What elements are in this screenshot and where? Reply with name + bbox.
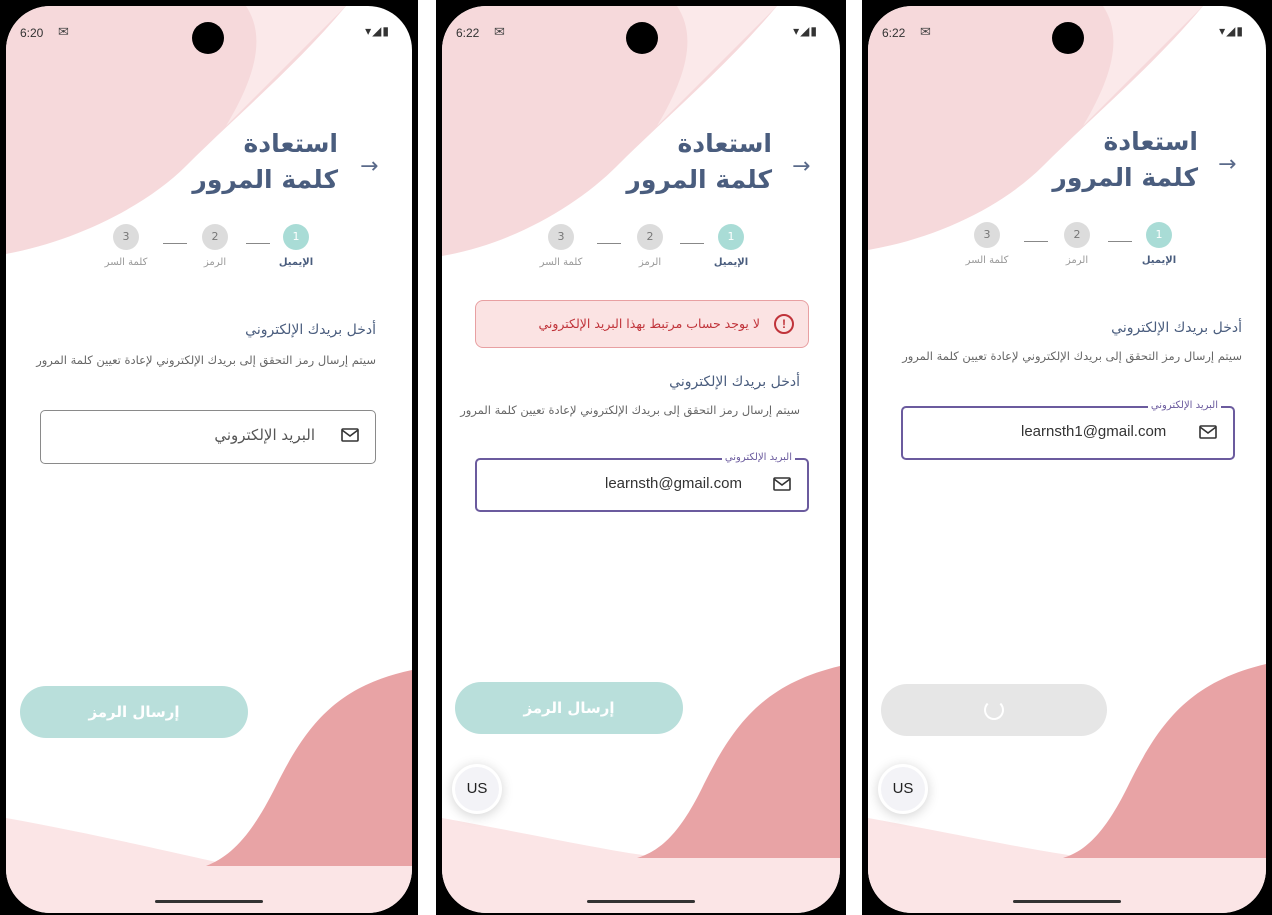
email-field[interactable]: البريد الإلكتروني xyxy=(40,410,376,464)
page-title: استعادة كلمة المرور xyxy=(1052,124,1198,197)
camera-cutout xyxy=(192,22,224,54)
step-connector xyxy=(1108,241,1132,242)
signal-battery-icons: ▾◢▮ xyxy=(1219,24,1244,38)
screen-3: 6:22 ✉ ▾◢▮ → استعادة كلمة المرور 1 2 3 ا… xyxy=(868,6,1266,913)
step-1-circle: 1 xyxy=(283,224,309,250)
loading-spinner-icon xyxy=(984,700,1004,720)
gmail-icon: ✉ xyxy=(920,24,931,39)
phone-screen-2: 6:22 ✉ ▾◢▮ → استعادة كلمة المرور 1 2 3 ا… xyxy=(436,0,846,915)
envelope-icon xyxy=(1199,425,1217,439)
section-heading: أدخل بريدك الإلكتروني xyxy=(245,322,376,338)
section-description: سيتم إرسال رمز التحقق إلى بريدك الإلكترو… xyxy=(36,353,376,367)
language-button[interactable]: US xyxy=(878,764,928,814)
step-connector xyxy=(597,243,621,244)
language-button[interactable]: US xyxy=(452,764,502,814)
gmail-icon: ✉ xyxy=(58,24,69,39)
error-message: لا يوجد حساب مرتبط بهذا البريد الإلكترون… xyxy=(538,316,760,331)
step-1-label: الإيميل xyxy=(713,257,749,268)
step-3-circle: 3 xyxy=(548,224,574,250)
step-3-circle: 3 xyxy=(974,222,1000,248)
section-heading: أدخل بريدك الإلكتروني xyxy=(669,374,800,390)
status-time: 6:22 xyxy=(882,26,906,40)
step-2-label: الرمز xyxy=(1065,255,1089,266)
step-3-label: كلمة السر xyxy=(965,255,1009,266)
title-line-2: كلمة المرور xyxy=(1052,163,1198,193)
home-indicator xyxy=(587,900,695,903)
step-2-circle: 2 xyxy=(202,224,228,250)
arrow-right-icon[interactable]: → xyxy=(792,154,810,179)
email-value: learnsth1@gmail.com xyxy=(1021,423,1167,440)
title-line-1: استعادة xyxy=(243,129,338,158)
step-connector xyxy=(1024,241,1048,242)
email-field-label: البريد الإلكتروني xyxy=(721,452,795,463)
home-indicator xyxy=(1013,900,1121,903)
step-connector xyxy=(246,243,270,244)
title-line-1: استعادة xyxy=(1103,127,1198,156)
status-time: 6:20 xyxy=(20,26,44,40)
step-connector xyxy=(680,243,704,244)
step-1-label: الإيميل xyxy=(278,257,314,268)
send-code-button[interactable]: إرسال الرمز xyxy=(455,682,683,734)
arrow-right-icon[interactable]: → xyxy=(360,154,378,179)
section-description: سيتم إرسال رمز التحقق إلى بريدك الإلكترو… xyxy=(460,403,800,417)
arrow-right-icon[interactable]: → xyxy=(1218,152,1236,177)
title-line-2: كلمة المرور xyxy=(626,165,772,195)
section-description: سيتم إرسال رمز التحقق إلى بريدك الإلكترو… xyxy=(902,349,1242,363)
error-alert: ! لا يوجد حساب مرتبط بهذا البريد الإلكتر… xyxy=(475,300,809,348)
phone-screen-3: 6:22 ✉ ▾◢▮ → استعادة كلمة المرور 1 2 3 ا… xyxy=(862,0,1272,915)
screen-1: 6:20 ✉ ▾◢▮ → استعادة كلمة المرور 1 2 3 ا… xyxy=(6,6,412,913)
step-2-circle: 2 xyxy=(1064,222,1090,248)
email-placeholder: البريد الإلكتروني xyxy=(214,426,315,444)
step-3-label: كلمة السر xyxy=(104,257,148,268)
page-title: استعادة كلمة المرور xyxy=(192,126,338,199)
status-time: 6:22 xyxy=(456,26,480,40)
title-line-2: كلمة المرور xyxy=(192,165,338,195)
camera-cutout xyxy=(1052,22,1084,54)
send-code-button[interactable]: إرسال الرمز xyxy=(20,686,248,738)
step-1-label: الإيميل xyxy=(1141,255,1177,266)
gmail-icon: ✉ xyxy=(494,24,505,39)
step-2-label: الرمز xyxy=(638,257,662,268)
error-circle-icon: ! xyxy=(774,314,794,334)
step-3-label: كلمة السر xyxy=(539,257,583,268)
title-line-1: استعادة xyxy=(677,129,772,158)
page-title: استعادة كلمة المرور xyxy=(626,126,772,199)
email-field-label: البريد الإلكتروني xyxy=(1147,400,1221,411)
step-1-circle: 1 xyxy=(718,224,744,250)
step-3-circle: 3 xyxy=(113,224,139,250)
email-value: learnsth@gmail.com xyxy=(605,475,742,492)
phone-screen-1: 6:20 ✉ ▾◢▮ → استعادة كلمة المرور 1 2 3 ا… xyxy=(0,0,418,915)
step-connector xyxy=(163,243,187,244)
camera-cutout xyxy=(626,22,658,54)
section-heading: أدخل بريدك الإلكتروني xyxy=(1111,320,1242,336)
email-field[interactable]: البريد الإلكتروني learnsth@gmail.com xyxy=(475,452,809,512)
email-field[interactable]: البريد الإلكتروني learnsth1@gmail.com xyxy=(901,400,1235,460)
envelope-icon xyxy=(773,477,791,491)
step-2-label: الرمز xyxy=(203,257,227,268)
step-1-circle: 1 xyxy=(1146,222,1172,248)
screen-2: 6:22 ✉ ▾◢▮ → استعادة كلمة المرور 1 2 3 ا… xyxy=(442,6,840,913)
envelope-icon xyxy=(341,428,359,442)
signal-battery-icons: ▾◢▮ xyxy=(793,24,818,38)
step-2-circle: 2 xyxy=(637,224,663,250)
signal-battery-icons: ▾◢▮ xyxy=(365,24,390,38)
home-indicator xyxy=(155,900,263,903)
